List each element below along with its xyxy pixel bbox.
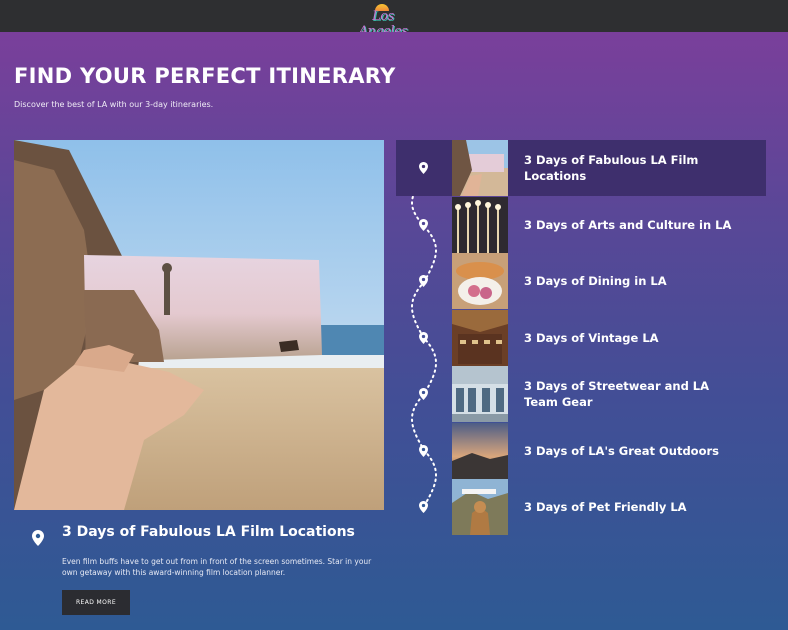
film-locations-thumbnail: [452, 140, 508, 196]
itinerary-item-outdoors[interactable]: 3 Days of LA's Great Outdoors: [396, 423, 766, 479]
dining-thumbnail: [452, 253, 508, 309]
itinerary-item-vintage[interactable]: 3 Days of Vintage LA: [396, 310, 766, 366]
map-pin-icon: [419, 388, 428, 400]
map-pin-icon: [419, 162, 428, 174]
featured-itinerary-image[interactable]: [14, 140, 384, 510]
itinerary-item-dining[interactable]: 3 Days of Dining in LA: [396, 253, 766, 309]
map-pin-icon: [419, 219, 428, 231]
outdoors-thumbnail: [452, 423, 508, 479]
itinerary-label: 3 Days of Pet Friendly LA: [524, 500, 687, 514]
map-pin-icon: [32, 530, 44, 546]
itinerary-label: 3 Days of Dining in LA: [524, 274, 667, 288]
streetwear-thumbnail: [452, 366, 508, 422]
map-pin-icon: [419, 445, 428, 457]
pet-friendly-thumbnail: [452, 479, 508, 535]
itinerary-label: 3 Days of Streetwear and LA Team Gear: [524, 379, 710, 409]
featured-itinerary-title[interactable]: 3 Days of Fabulous LA Film Locations: [62, 524, 355, 540]
map-pin-icon: [419, 332, 428, 344]
itinerary-item-film-locations[interactable]: 3 Days of Fabulous LA Film Locations: [396, 140, 766, 196]
top-nav-bar: Los Angeles: [0, 0, 788, 39]
arts-culture-thumbnail: [452, 197, 508, 253]
map-pin-icon: [419, 501, 428, 513]
map-pin-icon: [419, 275, 428, 287]
la-logo[interactable]: Los Angeles: [351, 3, 415, 39]
vintage-thumbnail: [452, 310, 508, 366]
read-more-button[interactable]: READ MORE: [62, 590, 130, 615]
itinerary-label: 3 Days of LA's Great Outdoors: [524, 444, 719, 458]
featured-itinerary-description: Even film buffs have to get out from in …: [62, 557, 372, 577]
itinerary-list: 3 Days of Fabulous LA Film Locations 3 D…: [396, 140, 766, 540]
itinerary-label: 3 Days of Arts and Culture in LA: [524, 218, 732, 232]
itinerary-item-arts-culture[interactable]: 3 Days of Arts and Culture in LA: [396, 197, 766, 253]
itinerary-item-pet-friendly[interactable]: 3 Days of Pet Friendly LA: [396, 479, 766, 535]
itinerary-item-streetwear[interactable]: 3 Days of Streetwear and LA Team Gear: [396, 366, 766, 422]
page-title: FIND YOUR PERFECT ITINERARY: [14, 64, 396, 88]
itinerary-label: 3 Days of Vintage LA: [524, 331, 659, 345]
itinerary-label: 3 Days of Fabulous LA Film Locations: [524, 153, 699, 183]
page-subtitle: Discover the best of LA with our 3-day i…: [14, 100, 214, 109]
beach-photo-illustration: [14, 140, 384, 510]
